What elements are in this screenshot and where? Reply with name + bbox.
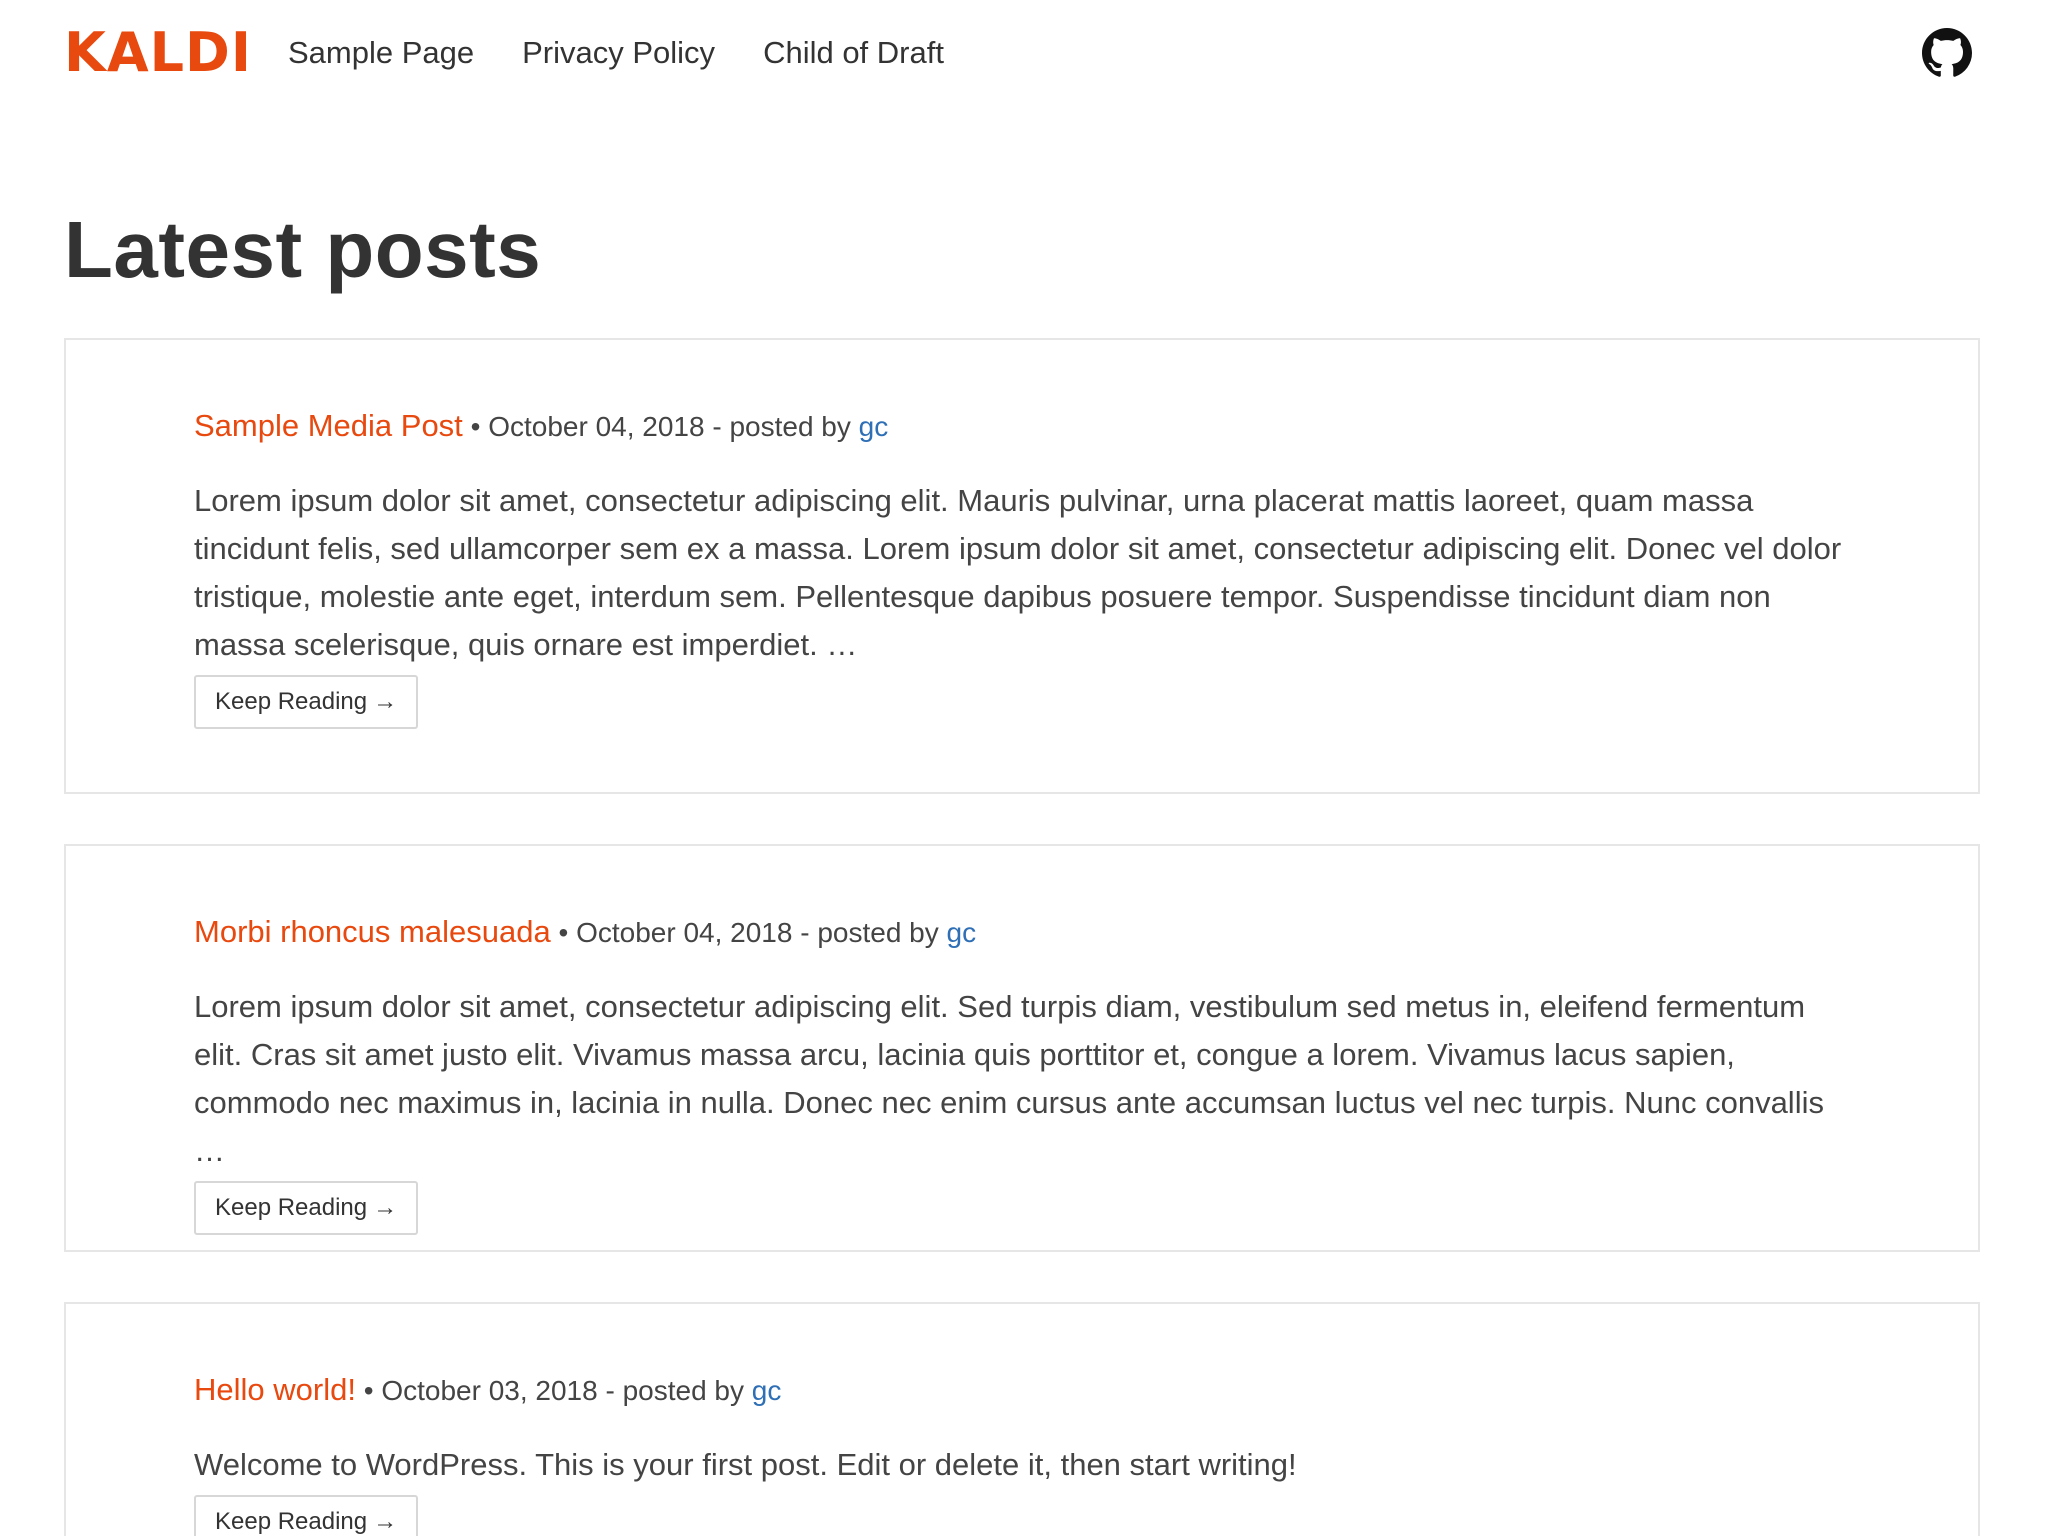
github-icon[interactable]: [1922, 28, 1972, 78]
post-title-link[interactable]: Sample Media Post: [194, 408, 463, 443]
page: KALDI Sample Page Privacy Policy Child o…: [0, 0, 2048, 1536]
page-title: Latest posts: [64, 205, 542, 294]
keep-reading-label: Keep Reading: [215, 1194, 368, 1221]
meta-separator: •: [558, 917, 569, 948]
site-logo[interactable]: KALDI: [64, 22, 252, 84]
nav-item-sample-page[interactable]: Sample Page: [288, 30, 474, 76]
post-excerpt: Lorem ipsum dolor sit amet, consectetur …: [194, 483, 1842, 662]
post-title-link[interactable]: Hello world!: [194, 1372, 356, 1407]
keep-reading-label: Keep Reading: [215, 688, 368, 715]
posted-by-label: - posted by: [800, 917, 939, 948]
keep-reading-button[interactable]: Keep Reading →: [194, 1495, 419, 1536]
arrow-right-icon: →: [373, 1508, 398, 1535]
posted-by-label: - posted by: [605, 1375, 745, 1406]
post-title-link[interactable]: Morbi rhoncus malesuada: [194, 914, 551, 949]
main-nav: Sample Page Privacy Policy Child of Draf…: [288, 30, 944, 76]
nav-item-child-of-draft[interactable]: Child of Draft: [763, 30, 944, 76]
nav-item-privacy-policy[interactable]: Privacy Policy: [522, 30, 715, 76]
keep-reading-button[interactable]: Keep Reading →: [194, 675, 419, 729]
post-excerpt: Welcome to WordPress. This is your first…: [194, 1447, 1297, 1482]
post-card: Sample Media Post • October 04, 2018 - p…: [64, 338, 1980, 794]
post-excerpt: Lorem ipsum dolor sit amet, consectetur …: [194, 989, 1824, 1168]
author-link[interactable]: gc: [859, 411, 889, 442]
post-card: Morbi rhoncus malesuada • October 04, 20…: [64, 844, 1980, 1252]
post-meta: Sample Media Post • October 04, 2018 - p…: [194, 406, 1850, 447]
arrow-right-icon: →: [373, 688, 398, 715]
meta-separator: •: [363, 1375, 374, 1406]
keep-reading-button[interactable]: Keep Reading →: [194, 1181, 419, 1235]
arrow-right-icon: →: [373, 1194, 398, 1221]
post-date: October 03, 2018: [381, 1375, 598, 1406]
post-body: Hello world! • October 03, 2018 - posted…: [194, 1370, 1850, 1536]
keep-reading-label: Keep Reading: [215, 1508, 368, 1535]
site-header: KALDI Sample Page Privacy Policy Child o…: [0, 0, 2048, 106]
author-link[interactable]: gc: [947, 917, 977, 948]
post-body: Sample Media Post • October 04, 2018 - p…: [194, 406, 1850, 729]
post-meta: Morbi rhoncus malesuada • October 04, 20…: [194, 912, 1850, 953]
posted-by-label: - posted by: [712, 411, 851, 442]
post-date: October 04, 2018: [576, 917, 793, 948]
meta-separator: •: [470, 411, 481, 442]
post-card: Hello world! • October 03, 2018 - posted…: [64, 1302, 1980, 1536]
post-body: Morbi rhoncus malesuada • October 04, 20…: [194, 912, 1850, 1235]
post-date: October 04, 2018: [488, 411, 705, 442]
post-meta: Hello world! • October 03, 2018 - posted…: [194, 1370, 1850, 1411]
author-link[interactable]: gc: [752, 1375, 782, 1406]
